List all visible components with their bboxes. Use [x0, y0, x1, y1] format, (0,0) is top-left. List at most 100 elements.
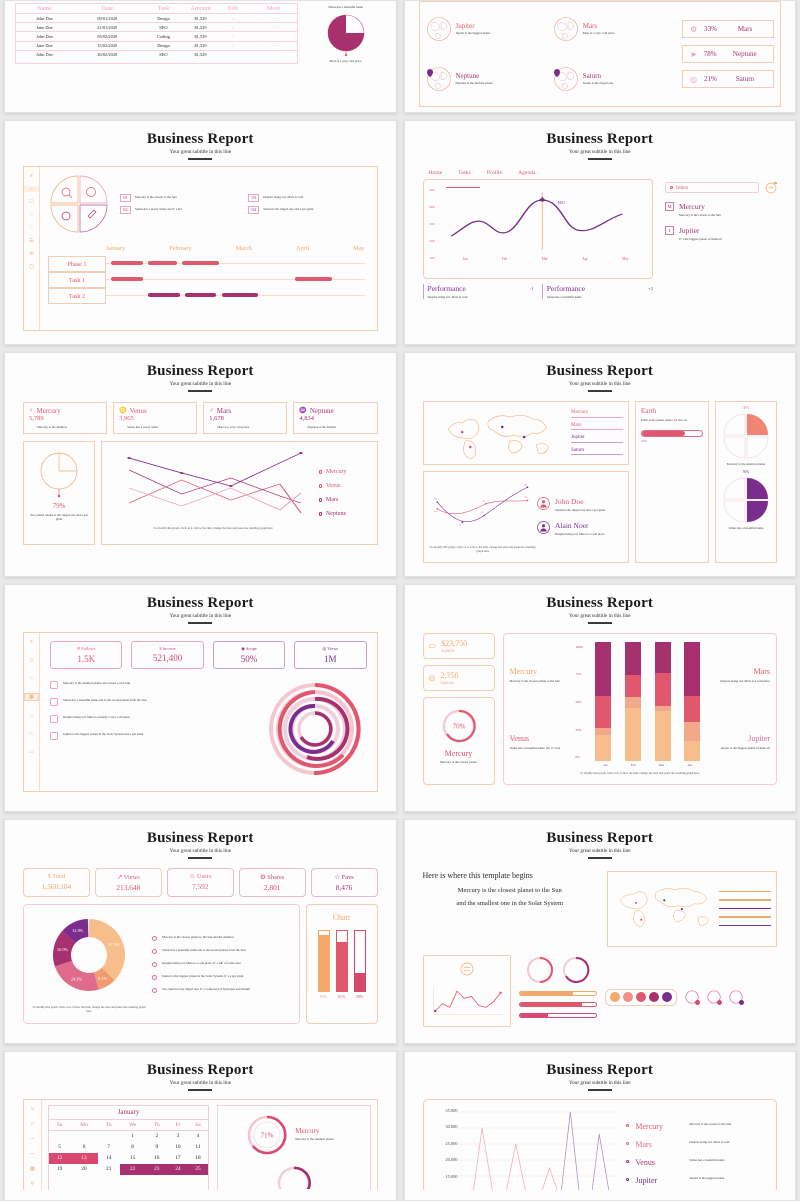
table-row[interactable]: Jane Doe 21/01/2020 SEO $1,529 ○ ···: [16, 22, 297, 32]
menu-icon[interactable]: ≡: [30, 173, 33, 179]
slide-thumbnail-1[interactable]: Name Date Task Amount Edit More John Doe…: [4, 0, 397, 113]
slide-thumbnail-11[interactable]: Business Report Your great subtitle in t…: [4, 1051, 397, 1201]
tag-icon[interactable]: [635, 992, 646, 1003]
calendar-day[interactable]: 16: [146, 1153, 168, 1164]
calendar-day[interactable]: 11: [188, 1142, 208, 1153]
checkbox[interactable]: [50, 731, 58, 740]
table-row[interactable]: John Doe 09/01/2020 Design $1,529 ○ ···: [16, 12, 297, 23]
slide-thumbnail-2[interactable]: Jupiter Jupiter is the biggest planet Mars…: [403, 0, 796, 113]
bar-column[interactable]: [684, 641, 701, 762]
notification-icon[interactable]: [765, 181, 777, 194]
checkbox[interactable]: [50, 714, 58, 723]
edit-button[interactable]: ○: [215, 22, 251, 32]
stat-card[interactable]: ⚙ Shares 2,801: [238, 867, 306, 897]
chart-icon[interactable]: ▦: [24, 692, 39, 701]
badge-icon-wrap[interactable]: [706, 990, 722, 1006]
calendar-day[interactable]: 2: [146, 1130, 168, 1142]
menu-icon[interactable]: ≡: [30, 639, 33, 645]
sidebar[interactable]: ≡ ⌂ ☐ ☆ ♡ ☰ ✉ ◯: [24, 166, 40, 330]
checklist-item[interactable]: Jupiter is the biggest planet in the Sol…: [50, 731, 263, 740]
gantt-bar[interactable]: [295, 276, 332, 282]
stat-card[interactable]: ↗ Views 213,648: [94, 867, 162, 897]
more-button[interactable]: ···: [250, 31, 297, 42]
table-row[interactable]: John Doe 03/02/2020 Coding $1,529 ○ ···: [16, 31, 297, 42]
slide-thumbnail-6[interactable]: Business Report Your great subtitle in t…: [403, 352, 796, 577]
inbox-field[interactable]: Inbox: [665, 182, 759, 194]
more-button[interactable]: ···: [250, 22, 297, 32]
table-row[interactable]: Jane Doe 15/02/2020 Design $1,529 ○ ···: [16, 40, 297, 51]
gantt-bar[interactable]: [111, 260, 143, 266]
checklist-item[interactable]: Mercury is the smallest planet and close…: [50, 680, 263, 689]
bar-column[interactable]: [595, 641, 612, 762]
calendar-day[interactable]: 6: [70, 1142, 98, 1153]
calendar-day[interactable]: 24: [167, 1163, 188, 1175]
edit-button[interactable]: ○: [215, 12, 251, 23]
star-icon[interactable]: ☆: [29, 731, 33, 737]
calendar-day[interactable]: 5: [49, 1142, 70, 1153]
wave-icon[interactable]: ∽: [30, 1136, 34, 1142]
bar-column[interactable]: [654, 641, 671, 762]
heart-icon[interactable]: ♡: [29, 225, 33, 231]
checkbox[interactable]: [50, 680, 58, 689]
stat-card[interactable]: ⚲ Follows 1.5K: [50, 640, 123, 669]
checklist-item[interactable]: Despite being red, Mars is actually a ve…: [50, 714, 263, 723]
calendar-day[interactable]: 8: [120, 1142, 146, 1153]
calendar-day[interactable]: 4: [188, 1130, 208, 1142]
mail-icon[interactable]: ✉: [29, 251, 33, 257]
calendar-day[interactable]: 15: [120, 1153, 146, 1164]
calendar-day[interactable]: 10: [168, 1142, 188, 1153]
calendar-day[interactable]: 22: [119, 1163, 146, 1175]
badge-icon-wrap[interactable]: [684, 990, 700, 1006]
calendar-day[interactable]: [49, 1130, 70, 1142]
gantt-bar[interactable]: [111, 276, 143, 282]
bag-icon[interactable]: △: [30, 657, 34, 663]
calendar-day[interactable]: 18: [188, 1153, 208, 1164]
stat-card[interactable]: ▭ $23,750 Subtitle: [422, 632, 495, 659]
link-icon[interactable]: [648, 992, 659, 1003]
calendar-day[interactable]: 25: [187, 1163, 209, 1175]
stat-row[interactable]: ⚙ 33% Mars: [682, 20, 774, 38]
slide-thumbnail-9[interactable]: Business Report Your great subtitle in t…: [4, 819, 397, 1044]
stat-card[interactable]: $ Total 1,560,184: [23, 867, 90, 897]
calendar-day[interactable]: 1: [120, 1130, 146, 1142]
badge-icon-wrap[interactable]: [728, 990, 744, 1006]
card-icon[interactable]: ▭: [29, 749, 34, 755]
stat-card[interactable]: ☆ Favs 8,476: [310, 867, 378, 897]
stat-row[interactable]: ◎ 21% Saturn: [682, 70, 774, 88]
stat-card[interactable]: ♋ Venus 3,965 Venus has a pretty name: [113, 401, 198, 434]
gantt-bar[interactable]: [148, 260, 177, 266]
stat-card[interactable]: ◎ Views 1M: [294, 640, 367, 669]
slide-thumbnail-8[interactable]: Business Report Your great subtitle in t…: [403, 584, 796, 812]
stat-card[interactable]: $ Income 521,400: [131, 640, 204, 669]
table-row[interactable]: John Doe 26/02/2020 SEO $1,529: [16, 49, 297, 59]
user-icon[interactable]: ☺: [30, 1106, 35, 1112]
calendar-table[interactable]: Su Mo Tu We Th Fr Sa 1 2 3 4 5 6 7 8 9 10 11 12 13 14 15 16 17…: [49, 1119, 209, 1175]
star-icon[interactable]: ☆: [29, 212, 33, 218]
stat-row[interactable]: ➤ 78% Neptune: [682, 45, 774, 63]
calendar-day[interactable]: 7: [98, 1142, 120, 1153]
edit-button[interactable]: ○: [215, 31, 251, 42]
calendar-day[interactable]: 20: [70, 1164, 98, 1175]
calendar-day[interactable]: 14: [98, 1153, 120, 1164]
sidebar[interactable]: ≡ △ ⌂ ▦ ○ ☆ ▭: [24, 632, 40, 791]
calendar-day[interactable]: 17: [168, 1153, 188, 1164]
home-icon[interactable]: ⌂: [30, 675, 33, 681]
nav-item[interactable]: Home: [429, 170, 443, 176]
calendar-day[interactable]: 19: [49, 1164, 70, 1175]
gantt-bar[interactable]: [148, 292, 180, 298]
stat-card[interactable]: ◉ Scope 50%: [212, 640, 286, 669]
stat-card[interactable]: ♒ Neptune 4,834 Neptune is the farthest: [293, 401, 378, 434]
slide-thumbnail-7[interactable]: Business Report Your great subtitle in t…: [4, 584, 397, 812]
circle-icon[interactable]: ○: [30, 713, 33, 719]
chat-icon[interactable]: ◯: [29, 264, 35, 270]
nav-item[interactable]: Agenda: [518, 170, 535, 176]
grid-icon[interactable]: ▦: [30, 1166, 35, 1172]
bar-column[interactable]: [624, 641, 641, 762]
slide-thumbnail-3[interactable]: Business Report Your great subtitle in t…: [4, 120, 397, 345]
edit-button[interactable]: ○: [215, 40, 251, 51]
calendar-day[interactable]: [70, 1130, 98, 1142]
gantt-bar[interactable]: [184, 292, 217, 298]
stat-card[interactable]: ☺ Users 7,592: [166, 867, 234, 897]
calendar-day[interactable]: 9: [146, 1142, 168, 1153]
stat-card[interactable]: ♂ Mars 1,678 Mars is a very cold place: [203, 401, 288, 434]
